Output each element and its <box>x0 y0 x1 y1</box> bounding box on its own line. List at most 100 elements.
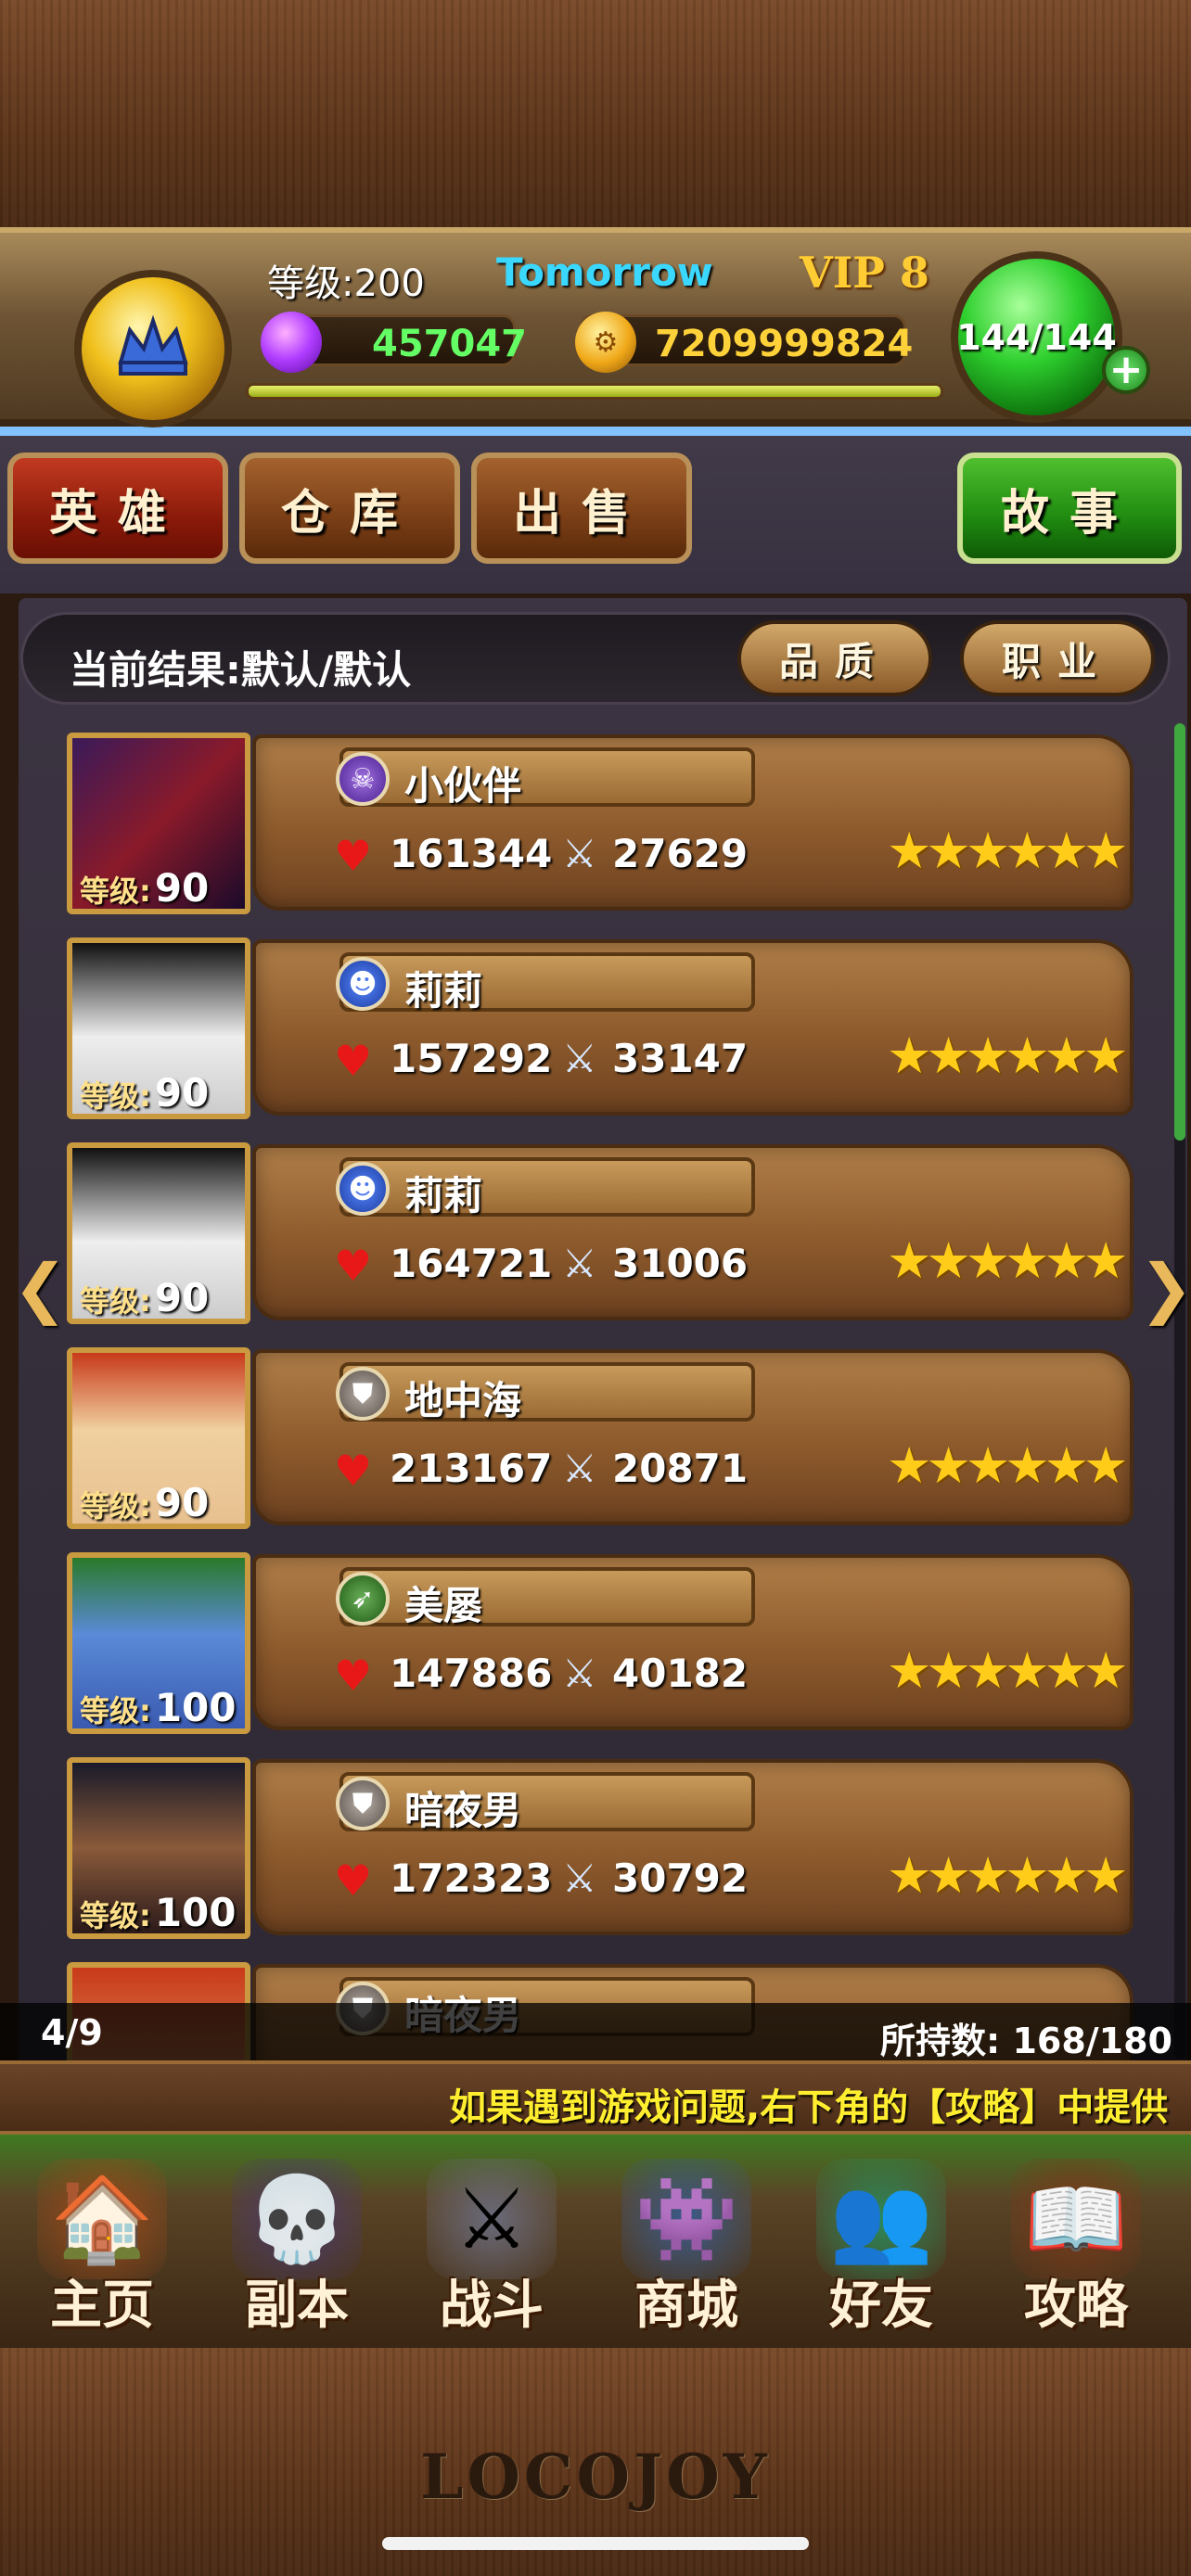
hero-level-value: 90 <box>154 1070 210 1116</box>
hero-name: 莉莉 <box>404 968 483 1014</box>
hero-attack: 30792 <box>612 1855 749 1901</box>
rank-crest-button[interactable] <box>74 270 232 427</box>
nav-item[interactable]: 🏠 主页 <box>9 2153 195 2339</box>
hero-portrait[interactable]: 等级:90 <box>67 733 250 914</box>
hero-row[interactable]: ⛊ 地中海 ♥ 213167 ⚔ 20871 ★★★★★★ 等级:90 <box>67 1338 1133 1529</box>
hero-level: 等级:90 <box>80 1275 210 1320</box>
sword-axe-icon: ⚔ <box>427 2159 557 2279</box>
hero-hp: 172323 <box>390 1855 553 1901</box>
crossed-swords-icon: ⚔ <box>562 831 597 876</box>
hero-hp: 161344 <box>390 831 553 876</box>
list-footer: 4/9 所持数: 168/180 <box>0 2003 1191 2061</box>
hero-portrait[interactable]: 等级:90 <box>67 937 250 1119</box>
hero-level-label: 等级: <box>80 1283 151 1319</box>
scrollbar-thumb[interactable] <box>1174 723 1185 1141</box>
bow-icon: ➶ <box>336 1572 390 1626</box>
hero-card[interactable]: ⛊ 暗夜男 ♥ 172323 ⚔ 30792 ★★★★★★ <box>252 1759 1133 1935</box>
hero-attack: 33147 <box>612 1036 749 1081</box>
nav-label: 副本 <box>245 2276 349 2336</box>
home-indicator[interactable] <box>382 2537 809 2550</box>
hero-row[interactable]: ☻ 莉莉 ♥ 157292 ⚔ 33147 ★★★★★★ 等级:90 <box>67 928 1133 1119</box>
hero-attack: 40182 <box>612 1651 749 1696</box>
hero-level-value: 100 <box>154 1890 237 1935</box>
heart-icon: ♥ <box>334 1036 373 1086</box>
xp-bar <box>246 383 943 400</box>
quality-filter-button[interactable]: 品质 <box>737 620 932 696</box>
heart-icon: ♥ <box>334 831 373 881</box>
tab-warehouse[interactable]: 仓库 <box>239 453 460 564</box>
hero-level-value: 90 <box>154 1275 210 1320</box>
hero-attack: 27629 <box>612 831 749 876</box>
coin-counter[interactable]: ⚙ 7209999824 <box>575 312 913 373</box>
tab-sell[interactable]: 出售 <box>471 453 692 564</box>
crossed-swords-icon: ⚔ <box>562 1241 597 1286</box>
gem-icon <box>261 312 322 373</box>
hero-card[interactable]: ➶ 美屡 ♥ 147886 ⚔ 40182 ★★★★★★ <box>252 1554 1133 1730</box>
hero-level: 等级:90 <box>80 1070 210 1116</box>
hero-card[interactable]: ⛊ 地中海 ♥ 213167 ⚔ 20871 ★★★★★★ <box>252 1349 1133 1525</box>
energy-value: 144/144 <box>956 316 1117 358</box>
publisher-logo: LOCOJOY <box>420 2441 771 2513</box>
nav-label: 战斗 <box>440 2276 544 2336</box>
nav-item[interactable]: 📖 攻略 <box>983 2153 1169 2339</box>
shield-icon: ⛊ <box>336 1367 390 1421</box>
heart-icon: ♥ <box>334 1446 373 1496</box>
job-filter-button[interactable]: 职业 <box>960 620 1155 696</box>
nav-item[interactable]: ⚔ 战斗 <box>399 2153 584 2339</box>
hero-row[interactable]: ☻ 莉莉 ♥ 164721 ⚔ 31006 ★★★★★★ 等级:90 <box>67 1133 1133 1324</box>
hero-card[interactable]: ☻ 莉莉 ♥ 157292 ⚔ 33147 ★★★★★★ <box>252 939 1133 1116</box>
hero-attack: 31006 <box>612 1241 749 1286</box>
heart-icon: ♥ <box>334 1241 373 1291</box>
page-indicator: 4/9 <box>41 2012 103 2053</box>
hero-name: 美屡 <box>404 1583 483 1628</box>
hero-card[interactable]: ☠ 小伙伴 ♥ 161344 ⚔ 27629 ★★★★★★ <box>252 734 1133 911</box>
player-header: 等级:200 Tomorrow VIP 8 457047 ⚙ 720999982… <box>0 227 1191 427</box>
hero-portrait[interactable]: 等级:90 <box>67 1142 250 1324</box>
add-energy-button[interactable]: + <box>1102 346 1150 394</box>
hero-name-box: ☻ 莉莉 <box>336 1157 755 1218</box>
hero-level-label: 等级: <box>80 1488 151 1524</box>
crown-icon <box>118 314 188 376</box>
bottom-nav: 🏠 主页 💀 副本 ⚔ 战斗 👾 商城 👥 好友 📖 攻略 <box>0 2135 1191 2348</box>
nav-item[interactable]: 💀 副本 <box>204 2153 390 2339</box>
nav-item[interactable]: 👥 好友 <box>788 2153 974 2339</box>
nav-item[interactable]: 👾 商城 <box>594 2153 779 2339</box>
crossed-swords-icon: ⚔ <box>562 1651 597 1696</box>
coin-icon: ⚙ <box>575 312 636 373</box>
hero-name-box: ⛊ 地中海 <box>336 1362 755 1423</box>
hero-card[interactable]: ☻ 莉莉 ♥ 164721 ⚔ 31006 ★★★★★★ <box>252 1144 1133 1320</box>
skull-icon: ☠ <box>336 752 390 806</box>
energy-orb: 144/144 <box>951 251 1122 423</box>
house-icon: 🏠 <box>37 2159 167 2279</box>
hero-row[interactable]: ⛊ 暗夜男 ♥ 172323 ⚔ 30792 ★★★★★★ 等级:100 <box>67 1748 1133 1939</box>
hero-level-label: 等级: <box>80 1693 151 1728</box>
heart-icon: ♥ <box>334 1855 373 1906</box>
player-name: Tomorrow <box>496 249 713 295</box>
hero-portrait[interactable]: 等级:100 <box>67 1552 250 1734</box>
hero-portrait[interactable]: 等级:100 <box>67 1757 250 1939</box>
next-page-arrow-icon[interactable]: ❯ <box>1139 1250 1191 1326</box>
monkey-icon: ☻ <box>336 1162 390 1216</box>
hero-row[interactable]: ☠ 小伙伴 ♥ 161344 ⚔ 27629 ★★★★★★ 等级:90 <box>67 723 1133 914</box>
filter-bar: 当前结果:默认/默认 品质 职业 <box>20 612 1171 705</box>
hero-name-box: ☻ 莉莉 <box>336 952 755 1014</box>
star-rating: ★★★★★★ <box>887 1436 1128 1495</box>
hero-row[interactable]: ➶ 美屡 ♥ 147886 ⚔ 40182 ★★★★★★ 等级:100 <box>67 1543 1133 1734</box>
hero-name-box: ☠ 小伙伴 <box>336 747 755 809</box>
hero-attack: 20871 <box>612 1446 749 1491</box>
hero-name-box: ⛊ 暗夜男 <box>336 1772 755 1833</box>
tab-heroes[interactable]: 英雄 <box>7 453 228 564</box>
filter-result-label: 当前结果:默认/默认 <box>70 647 412 693</box>
player-level: 等级:200 <box>267 262 425 305</box>
vip-badge[interactable]: VIP 8 <box>800 248 929 298</box>
list-scrollbar[interactable] <box>1174 723 1185 2059</box>
gem-counter[interactable]: 457047 <box>261 312 527 373</box>
hero-portrait[interactable]: 等级:90 <box>67 1347 250 1529</box>
prev-page-arrow-icon[interactable]: ❮ <box>13 1250 68 1326</box>
ticker-text: 如果遇到游戏问题,右下角的【攻略】中提供 <box>449 2086 1169 2129</box>
star-rating: ★★★★★★ <box>887 1027 1128 1085</box>
hero-level: 等级:90 <box>80 1480 209 1524</box>
hero-level: 等级:100 <box>80 1685 236 1728</box>
nav-label: 好友 <box>829 2276 933 2336</box>
tab-story[interactable]: 故事 <box>957 453 1182 564</box>
